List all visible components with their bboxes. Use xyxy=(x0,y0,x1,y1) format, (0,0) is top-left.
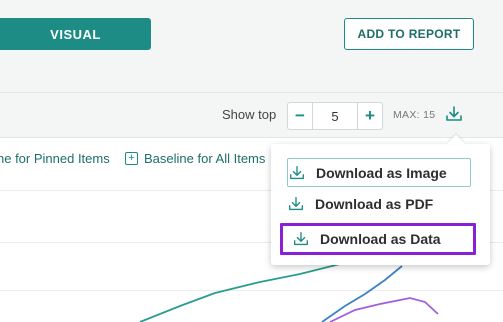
add-to-report-button[interactable]: ADD TO REPORT xyxy=(344,18,474,50)
max-label: MAX: 15 xyxy=(393,109,436,121)
series-line-blue xyxy=(321,265,403,322)
show-top-value[interactable]: 5 xyxy=(312,103,358,129)
increment-button[interactable]: + xyxy=(358,103,382,129)
download-as-data-item[interactable]: Download as Data xyxy=(280,223,476,255)
series-line-purple xyxy=(329,297,439,322)
menu-item-label: Download as Data xyxy=(320,231,441,247)
menu-item-label: Download as PDF xyxy=(315,195,434,212)
download-icon xyxy=(287,195,305,213)
show-top-label: Show top xyxy=(222,107,277,122)
visual-button[interactable]: VISUAL xyxy=(0,18,151,50)
download-icon xyxy=(446,106,462,121)
download-as-image-item[interactable]: Download as Image xyxy=(287,158,471,187)
menu-item-label: Download as Image xyxy=(316,164,447,181)
download-menu: Download as Image Download as PDF Downlo… xyxy=(271,134,490,265)
decrement-button[interactable]: − xyxy=(288,103,312,129)
show-top-stepper: − 5 + xyxy=(287,102,383,130)
chart-controls: Show top − 5 + MAX: 15 xyxy=(0,93,503,137)
top-toolbar: VISUAL ADD TO REPORT xyxy=(0,0,503,92)
download-icon xyxy=(288,164,306,182)
download-toggle-button[interactable] xyxy=(443,103,465,125)
download-as-pdf-item[interactable]: Download as PDF xyxy=(287,190,475,217)
download-icon xyxy=(292,230,310,248)
